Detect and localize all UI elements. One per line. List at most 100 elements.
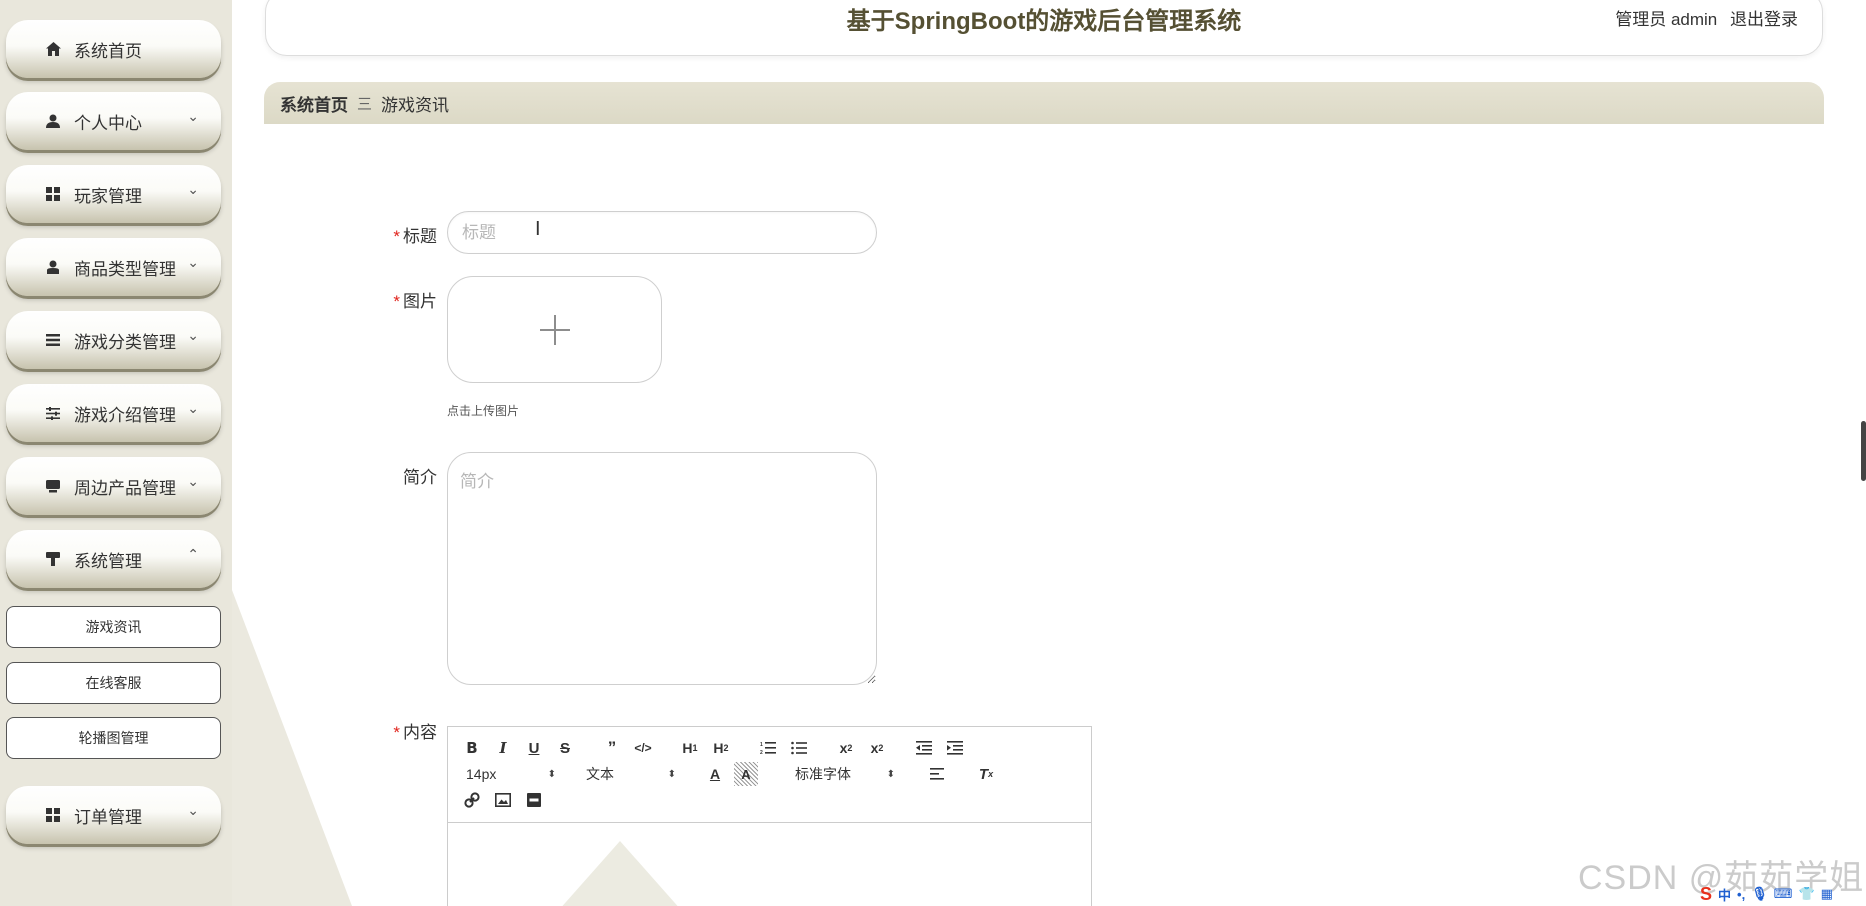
intro-label-text: 简介	[403, 468, 437, 487]
title-label-text: 标题	[403, 227, 437, 246]
grid-icon	[42, 187, 64, 201]
font-family-value: 标准字体	[795, 766, 851, 782]
heading1-button[interactable]: H1	[678, 736, 702, 760]
content-label-text: 内容	[403, 723, 437, 742]
image-label: * 图片	[357, 287, 437, 312]
required-mark: *	[393, 723, 400, 742]
bullet-list-icon[interactable]	[787, 736, 811, 760]
background-decoration	[232, 590, 352, 906]
title-input[interactable]	[447, 211, 877, 254]
text-color-button[interactable]: A	[703, 762, 727, 786]
align-left-icon[interactable]	[925, 762, 949, 786]
user-area: 管理员 admin 退出登录	[1607, 5, 1798, 30]
sidebar-item-player-management[interactable]: 玩家管理 ⌄	[6, 165, 221, 223]
toolbar-row-3	[460, 787, 1081, 813]
sidebar-subitem-label: 游戏资讯	[85, 619, 142, 635]
font-size-select[interactable]: 14px ⬍	[466, 766, 556, 782]
image-upload-button[interactable]	[447, 276, 662, 383]
sidebar-item-game-intro-management[interactable]: 游戏介绍管理 ⌄	[6, 384, 221, 442]
ime-mode[interactable]: 中	[1718, 885, 1731, 904]
indent-increase-icon[interactable]	[943, 736, 967, 760]
chevron-down-icon: ⌄	[187, 802, 199, 818]
image-label-text: 图片	[403, 292, 437, 311]
underline-button[interactable]: U	[522, 736, 546, 760]
subscript-button[interactable]: x2	[834, 736, 858, 760]
background-color-button[interactable]: A	[734, 762, 758, 786]
sidebar-subitem-carousel-management[interactable]: 轮播图管理	[6, 717, 221, 759]
code-button[interactable]: </>	[631, 736, 655, 760]
sidebar-item-label: 系统首页	[74, 41, 142, 61]
text-cursor-icon: I	[535, 218, 541, 240]
video-icon[interactable]	[522, 788, 546, 812]
font-family-select[interactable]: 标准字体 ⬍	[795, 764, 895, 784]
sidebar-item-product-type-management[interactable]: 商品类型管理 ⌄	[6, 238, 221, 296]
chevron-down-icon: ⌄	[187, 400, 199, 416]
sidebar-item-label: 周边产品管理	[74, 478, 176, 498]
title-label: * 标题	[357, 222, 437, 247]
chevron-down-icon: ⌄	[187, 181, 199, 197]
editor-toolbar: B I U S ” </> H1 H2 12 x2 x2 14px ⬍ 文本 ⬍…	[448, 727, 1091, 823]
sidebar-item-label: 系统管理	[74, 551, 142, 571]
clear-format-icon[interactable]: Tx	[974, 762, 998, 786]
sidebar-item-game-category-management[interactable]: 游戏分类管理 ⌄	[6, 311, 221, 369]
sidebar-item-home[interactable]: 系统首页	[6, 20, 221, 78]
ordered-list-icon[interactable]: 12	[756, 736, 780, 760]
intro-textarea[interactable]	[447, 452, 877, 685]
image-icon[interactable]	[491, 788, 515, 812]
display-icon	[42, 479, 64, 493]
rich-text-editor: B I U S ” </> H1 H2 12 x2 x2 14px ⬍ 文本 ⬍…	[447, 726, 1092, 906]
sidebar-item-personal-center[interactable]: 个人中心 ⌄	[6, 92, 221, 150]
content-label: * 内容	[357, 718, 437, 743]
svg-text:2: 2	[760, 750, 763, 755]
page-scrollbar[interactable]	[1861, 421, 1866, 481]
sliders-icon	[42, 406, 64, 420]
skin-icon[interactable]: 👕	[1798, 886, 1814, 902]
select-arrows-icon: ⬍	[547, 768, 556, 780]
sidebar-item-merch-management[interactable]: 周边产品管理 ⌄	[6, 457, 221, 515]
bold-button[interactable]: B	[460, 736, 484, 760]
list-icon	[42, 334, 64, 346]
sidebar-subitem-game-news[interactable]: 游戏资讯	[6, 606, 221, 648]
editor-content-area[interactable]	[448, 823, 1091, 906]
sidebar-item-order-management[interactable]: 订单管理 ⌄	[6, 786, 221, 844]
plus-icon	[539, 314, 570, 345]
indent-decrease-icon[interactable]	[912, 736, 936, 760]
breadcrumb-home[interactable]: 系统首页	[280, 91, 348, 116]
italic-button[interactable]: I	[491, 736, 515, 760]
background-decoration	[558, 841, 682, 906]
logout-link[interactable]: 退出登录	[1730, 10, 1798, 29]
chevron-down-icon: ⌄	[187, 327, 199, 343]
sidebar-item-label: 个人中心	[74, 113, 142, 133]
chevron-up-icon: ⌃	[187, 546, 199, 562]
text-style-select[interactable]: 文本 ⬍	[586, 764, 676, 784]
sidebar-subitem-online-service[interactable]: 在线客服	[6, 662, 221, 704]
sogou-ime-icon[interactable]: S	[1700, 884, 1712, 905]
keyboard-icon[interactable]: ⌨	[1774, 886, 1793, 902]
grid-icon	[42, 808, 64, 822]
blockquote-button[interactable]: ”	[600, 736, 624, 760]
sidebar-item-label: 商品类型管理	[74, 259, 176, 279]
punctuation-icon[interactable]: •,	[1737, 887, 1745, 902]
sidebar-item-label: 游戏分类管理	[74, 332, 176, 352]
required-mark: *	[393, 227, 400, 246]
strike-button[interactable]: S	[553, 736, 577, 760]
brush-icon	[42, 552, 64, 566]
select-arrows-icon: ⬍	[667, 768, 676, 780]
user-icon	[42, 114, 64, 128]
breadcrumb: 系统首页 三 游戏资讯	[264, 82, 1824, 124]
font-size-value: 14px	[466, 766, 497, 782]
toolbar-row-2: 14px ⬍ 文本 ⬍ A A 标准字体 ⬍ Tx	[460, 761, 1081, 787]
chevron-down-icon: ⌄	[187, 108, 199, 124]
chevron-down-icon: ⌄	[187, 473, 199, 489]
text-style-value: 文本	[586, 766, 614, 782]
heading2-button[interactable]: H2	[709, 736, 733, 760]
microphone-icon[interactable]: 🎙	[1751, 886, 1768, 902]
breadcrumb-current: 游戏资讯	[381, 95, 450, 115]
intro-label: 简介	[357, 463, 437, 488]
home-icon	[42, 42, 64, 56]
superscript-button[interactable]: x2	[865, 736, 889, 760]
sidebar-item-system-management[interactable]: 系统管理 ⌃	[6, 530, 221, 588]
sidebar-subitem-label: 在线客服	[85, 675, 142, 691]
toolbox-icon[interactable]: ▦	[1821, 886, 1833, 902]
link-icon[interactable]	[460, 788, 484, 812]
